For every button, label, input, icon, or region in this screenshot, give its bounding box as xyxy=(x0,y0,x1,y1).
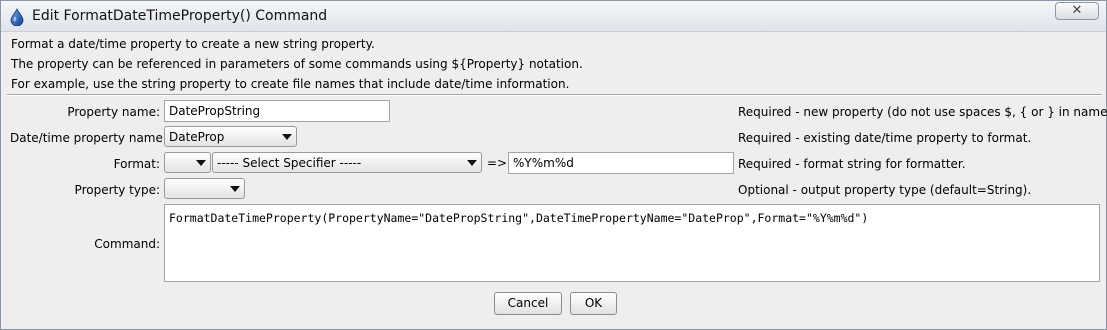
window-title: Edit FormatDateTimeProperty() Command xyxy=(32,8,328,24)
close-button[interactable]: ✕ xyxy=(1055,2,1099,20)
cancel-button[interactable]: Cancel xyxy=(494,292,562,315)
property-type-hint: Optional - output property type (default… xyxy=(738,183,1032,197)
separator xyxy=(7,94,1102,96)
format-hint: Required - format string for formatter. xyxy=(738,157,966,171)
property-name-input[interactable]: DatePropString xyxy=(164,100,390,122)
datetime-property-value: DateProp xyxy=(169,130,225,144)
property-type-label: Property type: xyxy=(74,183,160,197)
format-input[interactable]: %Y%m%d xyxy=(508,152,734,174)
description-line-2: The property can be referenced in parame… xyxy=(11,57,583,71)
datetime-property-dropdown[interactable]: DateProp xyxy=(164,126,297,147)
chevron-down-icon xyxy=(196,160,206,166)
close-icon: ✕ xyxy=(1071,3,1083,18)
command-label: Command: xyxy=(94,237,160,251)
title-bar: Edit FormatDateTimeProperty() Command ✕ xyxy=(1,1,1106,32)
property-name-label: Property name: xyxy=(67,105,160,119)
property-type-dropdown[interactable] xyxy=(164,178,245,199)
ok-button[interactable]: OK xyxy=(570,292,617,315)
chevron-down-icon xyxy=(467,160,477,166)
format-type-dropdown[interactable] xyxy=(164,152,211,173)
format-label: Format: xyxy=(113,157,160,171)
datetime-property-hint: Required - existing date/time property t… xyxy=(738,131,1032,145)
property-name-hint: Required - new property (do not use spac… xyxy=(738,105,1107,119)
datetime-property-label: Date/time property name: xyxy=(10,131,167,145)
insert-arrow-label: => xyxy=(487,156,508,170)
description-line-3: For example, use the string property to … xyxy=(11,77,570,91)
description-line-1: Format a date/time property to create a … xyxy=(11,37,375,51)
chevron-down-icon xyxy=(282,134,292,140)
dialog-window: Edit FormatDateTimeProperty() Command ✕ … xyxy=(0,0,1107,330)
format-specifier-dropdown[interactable]: ----- Select Specifier ----- xyxy=(212,152,482,173)
command-textarea[interactable]: FormatDateTimeProperty(PropertyName="Dat… xyxy=(164,204,1100,282)
chevron-down-icon xyxy=(230,186,240,192)
droplet-icon xyxy=(10,8,24,27)
format-specifier-value: ----- Select Specifier ----- xyxy=(217,156,362,170)
